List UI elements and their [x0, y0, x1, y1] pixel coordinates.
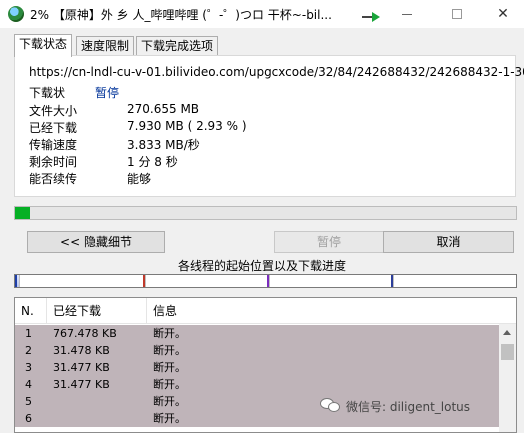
table-row[interactable]: 1 767.478 KB 断开。: [15, 325, 499, 342]
scrollbar-thumb[interactable]: [501, 344, 514, 360]
info-key: 已经下载: [29, 121, 78, 135]
wechat-watermark: 微信号: diligent_lotus: [320, 398, 471, 415]
progress-fill: [15, 207, 30, 219]
cell-n: 4: [25, 378, 32, 391]
cell-n: 5: [25, 395, 32, 408]
thread-marker: [15, 275, 17, 287]
tab-download-status[interactable]: 下载状态: [14, 34, 73, 57]
cell-info: 断开。: [153, 395, 186, 408]
window-title: 2% 【原神】外 乡 人_哔哩哔哩 (゜-゜)つロ 干杯~-bil...: [30, 8, 332, 22]
table-row[interactable]: 3 31.477 KB 断开。: [15, 359, 499, 376]
cell-info: 断开。: [153, 327, 186, 340]
info-value: 能够: [127, 172, 152, 186]
thread-segment: [269, 275, 391, 287]
vertical-scrollbar[interactable]: [499, 324, 516, 432]
cell-n: 6: [25, 412, 32, 425]
maximize-button[interactable]: [434, 0, 480, 28]
thread-segment: [19, 275, 143, 287]
close-icon: ✕: [497, 6, 509, 22]
app-globe-icon: [8, 6, 24, 22]
title-bar: 2% 【原神】外 乡 人_哔哩哔哩 (゜-゜)つロ 干杯~-bil... ✕: [0, 0, 524, 28]
column-header-info[interactable]: 信息: [147, 298, 498, 324]
wechat-icon: [320, 396, 342, 414]
cell-n: 1: [25, 327, 32, 340]
thread-segment: [145, 275, 267, 287]
info-key: 能否续传: [29, 172, 78, 186]
cell-downloaded: 31.478 KB: [53, 344, 110, 357]
tab-completion-options[interactable]: 下载完成选项: [136, 36, 219, 56]
list-header: N. 已经下载 信息: [15, 298, 516, 324]
cell-n: 2: [25, 344, 32, 357]
table-row[interactable]: 2 31.478 KB 断开。: [15, 342, 499, 359]
info-key: 文件大小: [29, 104, 78, 118]
info-value: 270.655 MB: [127, 102, 200, 116]
info-value: 3.833 MB/秒: [127, 138, 200, 152]
cell-n: 3: [25, 361, 32, 374]
cell-info: 断开。: [153, 378, 186, 391]
minimize-icon: [402, 13, 412, 15]
hide-details-button[interactable]: << 隐藏细节: [27, 231, 165, 253]
state-value: 暂停: [95, 86, 120, 100]
thread-marker: [143, 275, 145, 287]
watermark-text: 微信号: diligent_lotus: [346, 400, 471, 414]
info-key: 剩余时间: [29, 155, 78, 169]
column-header-n[interactable]: N.: [15, 298, 47, 324]
close-button[interactable]: ✕: [480, 0, 524, 28]
thread-marker: [391, 275, 393, 287]
state-label: 下载状: [29, 86, 66, 100]
info-key: 传输速度: [29, 138, 78, 152]
thread-positions-bar: [14, 274, 517, 288]
cell-info: 断开。: [153, 361, 186, 374]
flag-arrow-icon: [362, 9, 380, 22]
info-value: 1 分 8 秒: [127, 155, 178, 169]
cell-downloaded: 31.477 KB: [53, 361, 110, 374]
maximize-icon: [452, 9, 462, 19]
download-url: https://cn-lndl-cu-v-01.bilivideo.com/up…: [29, 65, 524, 79]
download-progress-bar: [14, 206, 517, 220]
threads-caption: 各线程的起始位置以及下载进度: [177, 259, 346, 273]
cell-downloaded: 31.477 KB: [53, 378, 110, 391]
scroll-up-arrow-icon[interactable]: [503, 330, 511, 335]
cancel-button[interactable]: 取消: [383, 231, 514, 253]
cell-info: 断开。: [153, 412, 186, 425]
column-header-downloaded[interactable]: 已经下载: [47, 298, 147, 324]
tab-speed-limit[interactable]: 速度限制: [76, 36, 135, 56]
minimize-button[interactable]: [384, 0, 430, 28]
info-value: 7.930 MB ( 2.93 % ): [127, 119, 247, 133]
status-panel: https://cn-lndl-cu-v-01.bilivideo.com/up…: [14, 55, 524, 197]
pause-button[interactable]: 暂停: [274, 231, 384, 253]
cell-downloaded: 767.478 KB: [53, 327, 117, 340]
thread-segment: [393, 275, 516, 287]
table-row[interactable]: 4 31.477 KB 断开。: [15, 376, 499, 393]
cell-info: 断开。: [153, 344, 186, 357]
thread-marker: [267, 275, 269, 287]
